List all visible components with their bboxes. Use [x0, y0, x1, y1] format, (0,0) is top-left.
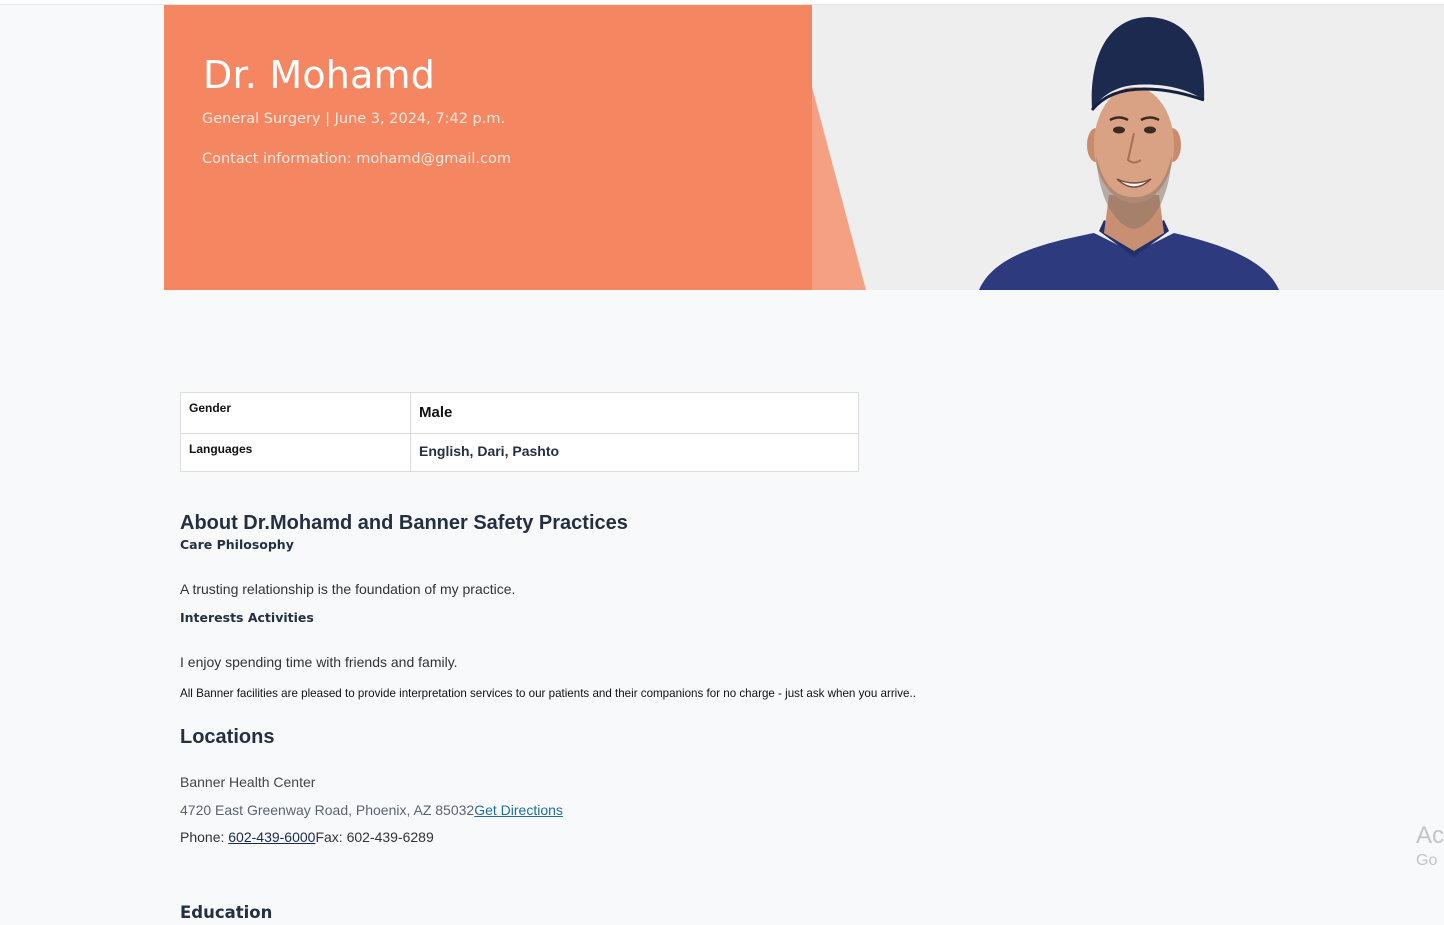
get-directions-link[interactable]: Get Directions: [474, 802, 563, 818]
interests-text: I enjoy spending time with friends and f…: [180, 654, 458, 670]
doctor-specialty-date: General Surgery | June 3, 2024, 7:42 p.m…: [202, 111, 506, 127]
about-heading: About Dr.Mohamd and Banner Safety Practi…: [180, 512, 628, 534]
care-philosophy-text: A trusting relationship is the foundatio…: [180, 581, 516, 597]
watermark-line-1: Ac: [1416, 822, 1444, 849]
location-address: 4720 East Greenway Road, Phoenix, AZ 850…: [180, 802, 475, 818]
doctor-name: Dr. Mohamd: [203, 53, 436, 97]
activation-watermark: Ac Go: [1416, 822, 1444, 872]
doctor-hero-banner: Dr. Mohamd General Surgery | June 3, 202…: [164, 5, 1444, 290]
doctor-portrait: [979, 17, 1279, 290]
languages-value-cell: English, Dari, Pashto: [410, 433, 859, 472]
hero-diagonal-divider: [812, 5, 866, 290]
languages-value: English, Dari, Pashto: [419, 443, 560, 459]
table-row-gender: Gender Male: [180, 392, 859, 434]
interests-heading: Interests Activities: [180, 610, 314, 625]
fax-number: Fax: 602-439-6289: [315, 829, 434, 845]
location-name: Banner Health Center: [180, 774, 316, 790]
languages-label: Languages: [180, 433, 411, 472]
gender-label: Gender: [180, 392, 411, 434]
watermark-line-2: Go: [1416, 852, 1438, 869]
care-philosophy-heading: Care Philosophy: [180, 537, 294, 552]
gender-value: Male: [419, 404, 453, 421]
doctor-profile-table: Gender Male Languages English, Dari, Pas…: [180, 392, 859, 472]
doctor-contact: Contact information: mohamd@gmail.com: [202, 151, 511, 167]
location-contact-line: Phone: 602-439-6000Fax: 602-439-6289: [180, 829, 434, 845]
phone-prefix: Phone:: [180, 829, 229, 845]
gender-value-cell: Male: [410, 392, 859, 434]
education-heading: Education: [180, 903, 273, 922]
locations-heading: Locations: [180, 726, 275, 748]
phone-link[interactable]: 602-439-6000: [228, 829, 315, 845]
interpretation-services-note: All Banner facilities are pleased to pro…: [180, 687, 916, 700]
table-row-languages: Languages English, Dari, Pashto: [180, 433, 859, 472]
location-address-line: 4720 East Greenway Road, Phoenix, AZ 850…: [180, 802, 563, 818]
hero-accent-panel: [164, 5, 812, 290]
